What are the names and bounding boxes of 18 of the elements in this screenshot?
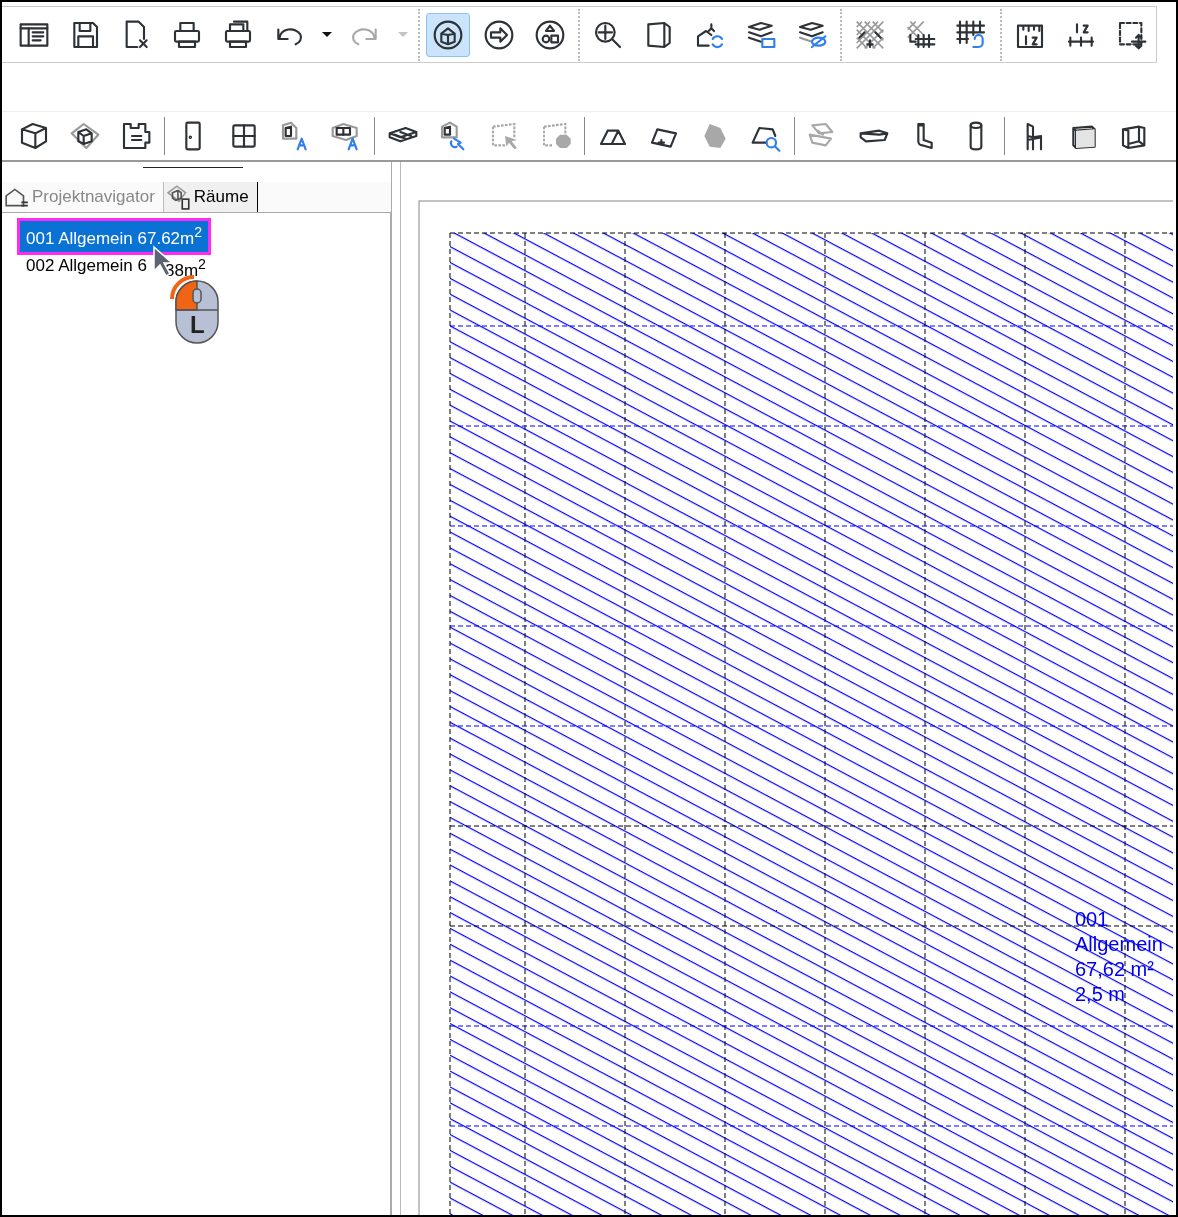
box-frame-icon (69, 120, 101, 152)
house-circle-icon (432, 18, 464, 51)
floorplan-icon (120, 120, 152, 152)
shapes-circle-icon (534, 18, 566, 51)
dropdown-icon (322, 32, 332, 37)
print-all-icon (222, 18, 254, 51)
hatch-expand-icon (854, 18, 886, 51)
grid-sync-icon (956, 18, 988, 51)
dropdown-icon (398, 32, 408, 37)
sidebar-tab[interactable]: Räume (163, 182, 258, 212)
hatch-grid-icon (905, 18, 937, 51)
toolbar-button[interactable] (426, 12, 470, 57)
room-list-item[interactable]: 002 Allgemein 6 38m$^{2}$ (17, 252, 215, 287)
box-icon (18, 120, 50, 152)
room-list-item[interactable]: 001 Allgemein 67.62m$^{2}$ (17, 218, 212, 255)
cube-list-icon (165, 184, 192, 210)
arrow-circle-icon (483, 18, 515, 51)
mouse-button-label: L (190, 311, 205, 339)
